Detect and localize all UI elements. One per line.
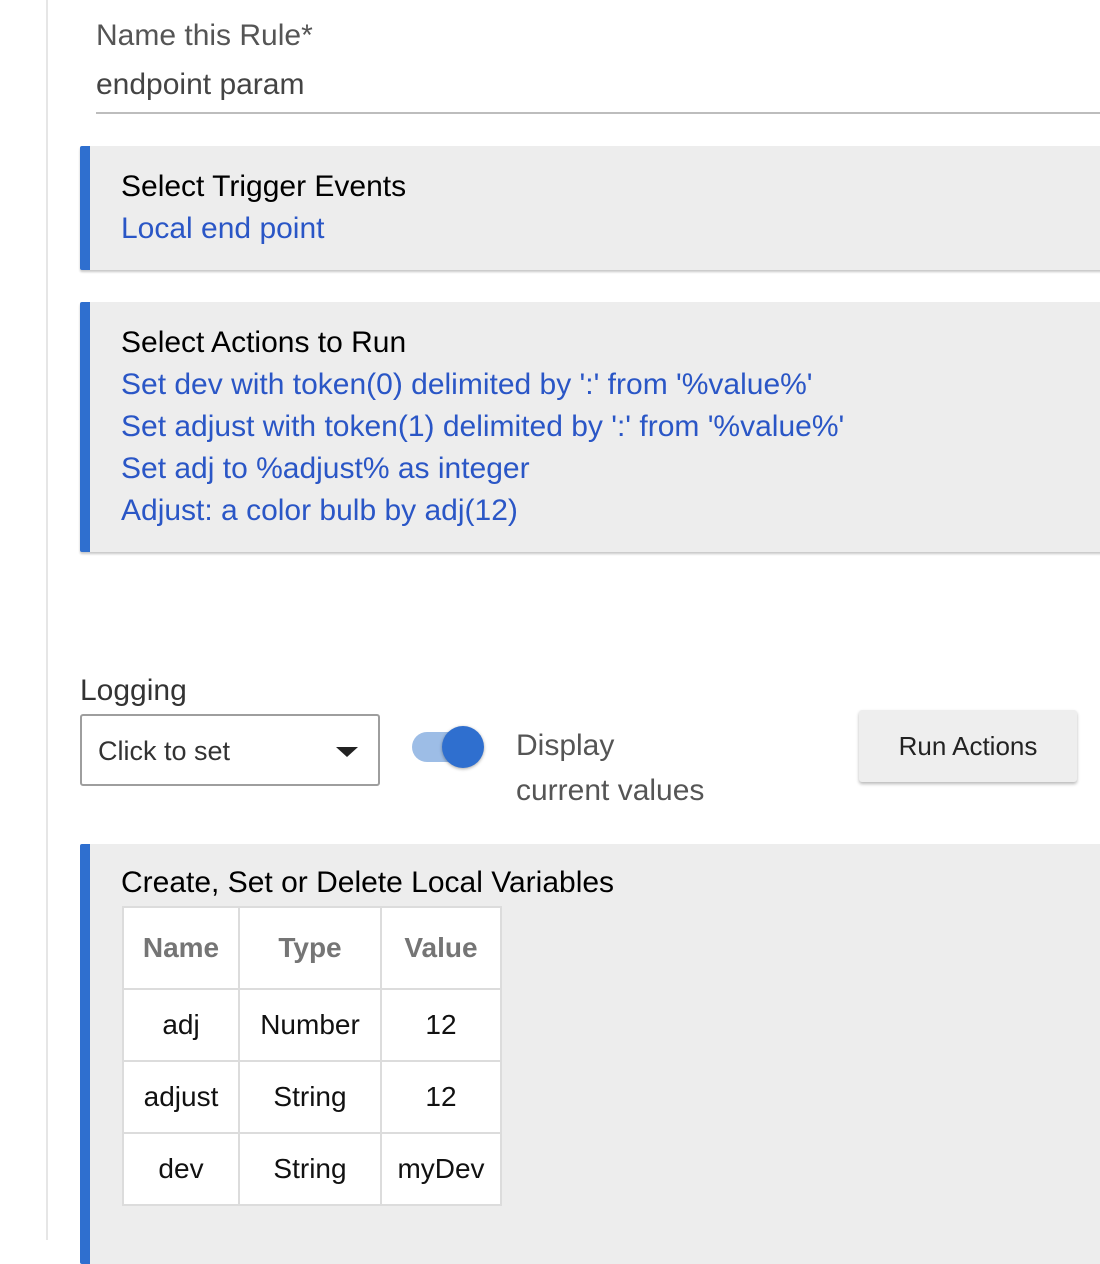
action-link-2[interactable]: Set adjust with token(1) delimited by ':… [121, 410, 844, 444]
column-header-name: Name [122, 906, 240, 990]
variable-value-cell: 12 [380, 1060, 502, 1134]
local-variables-panel: Create, Set or Delete Local Variables Na… [80, 844, 1100, 1264]
local-variables-title: Create, Set or Delete Local Variables [121, 866, 615, 899]
column-header-value: Value [380, 906, 502, 990]
column-header-type: Type [238, 906, 382, 990]
table-row[interactable]: adj Number 12 [122, 988, 502, 1062]
run-actions-button[interactable]: Run Actions [859, 710, 1077, 782]
variable-type-cell: String [238, 1132, 382, 1206]
display-values-toggle[interactable] [412, 726, 486, 770]
rule-name-label: Name this Rule* [96, 19, 313, 52]
trigger-events-title: Select Trigger Events [121, 170, 407, 203]
action-link-1[interactable]: Set dev with token(0) delimited by ':' f… [121, 368, 813, 402]
local-variables-table: Name Type Value adj Number 12 adjust Str… [122, 906, 502, 1206]
action-link-4[interactable]: Adjust: a color bulb by adj(12) [121, 494, 518, 528]
table-row[interactable]: adjust String 12 [122, 1060, 502, 1134]
variable-value-cell: 12 [380, 988, 502, 1062]
display-values-label: Display current values [516, 726, 704, 813]
variable-type-cell: String [238, 1060, 382, 1134]
trigger-events-panel: Select Trigger Events Local end point [80, 146, 1100, 270]
rule-name-input[interactable]: endpoint param [96, 68, 304, 102]
variable-name-cell: adjust [122, 1060, 240, 1134]
toggle-knob [442, 726, 484, 768]
trigger-event-link[interactable]: Local end point [121, 212, 325, 246]
action-link-3[interactable]: Set adj to %adjust% as integer [121, 452, 530, 486]
rule-name-field[interactable]: Name this Rule* endpoint param [96, 14, 1100, 114]
table-row[interactable]: dev String myDev [122, 1132, 502, 1206]
logging-select[interactable]: Click to set [80, 714, 380, 786]
logging-selected-value: Click to set [98, 736, 231, 766]
chevron-down-icon [336, 747, 358, 757]
variable-name-cell: adj [122, 988, 240, 1062]
variable-value-cell: myDev [380, 1132, 502, 1206]
table-header-row: Name Type Value [122, 906, 502, 990]
display-values-label-line2: current values [516, 774, 705, 807]
actions-title: Select Actions to Run [121, 326, 407, 359]
variable-type-cell: Number [238, 988, 382, 1062]
page-left-border [46, 0, 48, 1240]
logging-label: Logging [80, 674, 187, 707]
actions-panel: Select Actions to Run Set dev with token… [80, 302, 1100, 552]
variable-name-cell: dev [122, 1132, 240, 1206]
display-values-label-line1: Display [516, 729, 615, 762]
